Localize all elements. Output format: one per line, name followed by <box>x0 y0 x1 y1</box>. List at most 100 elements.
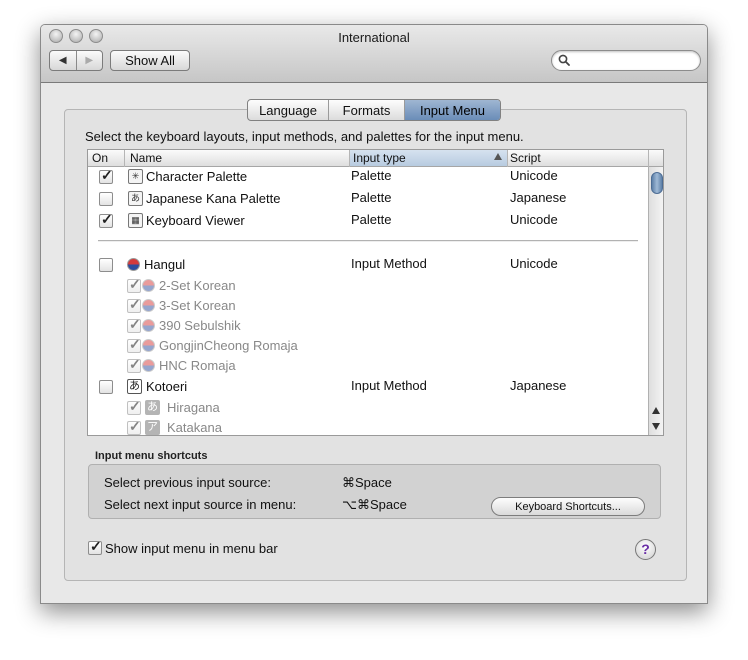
column-divider <box>124 150 125 167</box>
show-input-menu-checkbox[interactable]: ✓ <box>88 538 102 555</box>
table-row[interactable]: ✓ ✳ Character Palette Palette Unicode <box>88 167 648 187</box>
checkmark-icon: ✓ <box>129 356 141 372</box>
keyboard-shortcuts-button[interactable]: Keyboard Shortcuts... <box>491 497 645 516</box>
hiragana-icon: あ <box>145 400 160 415</box>
input-script: Unicode <box>510 168 558 183</box>
checkmark-icon: ✓ <box>129 418 141 434</box>
table-row[interactable]: Hangul Input Method Unicode <box>88 255 648 275</box>
checkmark-icon: ✓ <box>129 276 141 292</box>
checkmark-icon: ✓ <box>129 398 141 414</box>
enable-checkbox[interactable]: ✓ <box>99 167 113 184</box>
kotoeri-icon: あ <box>127 379 142 394</box>
enable-checkbox[interactable]: ✓ <box>127 398 141 415</box>
input-source-name: Hangul <box>144 257 186 272</box>
enable-checkbox[interactable]: ✓ <box>99 211 113 228</box>
input-type: Input Method <box>351 256 427 271</box>
korean-flag-icon <box>142 279 155 292</box>
table-header: On Name Input type Script <box>88 150 663 167</box>
tab-input-menu[interactable]: Input Menu <box>405 100 500 120</box>
input-source-name: GongjinCheong Romaja <box>159 338 298 353</box>
checkmark-icon: ✓ <box>90 538 102 554</box>
input-script: Japanese <box>510 190 567 205</box>
shortcuts-section-label: Input menu shortcuts <box>95 450 208 462</box>
back-forward-control: ◀ ▶ <box>49 50 103 71</box>
korean-flag-icon <box>127 258 140 271</box>
window-title: International <box>338 30 410 45</box>
column-header-on[interactable]: On <box>92 151 108 165</box>
column-header-script[interactable]: Script <box>510 151 541 165</box>
table-row[interactable]: ✓ ア Katakana <box>88 418 648 435</box>
enable-checkbox[interactable] <box>99 258 113 272</box>
table-row[interactable]: ✓ HNC Romaja <box>88 356 648 376</box>
tab-formats[interactable]: Formats <box>329 100 405 120</box>
show-all-button[interactable]: Show All <box>110 50 190 71</box>
input-source-name: 390 Sebulshik <box>159 318 241 333</box>
input-sources-table: On Name Input type Script ✓ ✳ Character … <box>87 149 664 436</box>
title-bar: International ◀ ▶ Show All <box>41 25 707 83</box>
next-source-shortcut: ⌥⌘Space <box>342 497 407 512</box>
previous-source-label: Select previous input source: <box>104 475 271 490</box>
input-script: Unicode <box>510 256 558 271</box>
checkmark-icon: ✓ <box>129 336 141 352</box>
input-type: Palette <box>351 168 392 183</box>
column-divider <box>507 150 508 167</box>
column-header-input-type[interactable]: Input type <box>353 151 406 165</box>
sort-ascending-icon <box>494 153 502 160</box>
input-source-name: 2-Set Korean <box>159 278 236 293</box>
forward-arrow-icon[interactable]: ▶ <box>77 51 103 70</box>
korean-flag-icon <box>142 319 155 332</box>
enable-checkbox[interactable]: ✓ <box>127 418 141 435</box>
input-source-name: Keyboard Viewer <box>146 213 245 228</box>
tab-bar: Language Formats Input Menu <box>247 99 501 121</box>
checkmark-icon: ✓ <box>101 167 113 183</box>
enable-checkbox[interactable] <box>99 380 113 394</box>
input-source-name: Kotoeri <box>146 379 188 394</box>
korean-flag-icon <box>142 339 155 352</box>
checkmark-icon: ✓ <box>101 211 113 227</box>
preferences-window: International ◀ ▶ Show All Language Form… <box>40 24 708 604</box>
enable-checkbox[interactable]: ✓ <box>127 316 141 333</box>
input-source-name: Hiragana <box>167 400 220 415</box>
checkmark-icon: ✓ <box>129 296 141 312</box>
enable-checkbox[interactable]: ✓ <box>127 356 141 373</box>
kana-palette-icon: あ <box>128 191 143 206</box>
korean-flag-icon <box>142 359 155 372</box>
enable-checkbox[interactable]: ✓ <box>127 336 141 353</box>
search-icon <box>558 54 570 66</box>
enable-checkbox[interactable]: ✓ <box>127 276 141 293</box>
table-row[interactable]: ✓ あ Hiragana <box>88 398 648 418</box>
input-source-name: 3-Set Korean <box>159 298 236 313</box>
enable-checkbox[interactable] <box>99 192 113 206</box>
table-row[interactable]: ✓ ▦ Keyboard Viewer Palette Unicode <box>88 211 648 231</box>
list-divider <box>98 240 638 242</box>
character-palette-icon: ✳ <box>128 169 143 184</box>
scroll-down-arrow-icon[interactable] <box>652 423 660 430</box>
column-divider <box>648 150 649 167</box>
table-row[interactable]: ✓ 3-Set Korean <box>88 296 648 316</box>
checkmark-icon: ✓ <box>129 316 141 332</box>
show-input-menu-label[interactable]: Show input menu in menu bar <box>105 541 278 556</box>
scroll-thumb[interactable] <box>651 172 663 194</box>
input-source-name: HNC Romaja <box>159 358 236 373</box>
table-row[interactable]: ✓ 2-Set Korean <box>88 276 648 296</box>
input-source-name: Japanese Kana Palette <box>146 191 281 206</box>
back-arrow-icon[interactable]: ◀ <box>50 51 77 70</box>
column-header-name[interactable]: Name <box>130 151 162 165</box>
tab-language[interactable]: Language <box>248 100 329 120</box>
keyboard-viewer-icon: ▦ <box>128 213 143 228</box>
table-row[interactable]: あ Japanese Kana Palette Palette Japanese <box>88 189 648 209</box>
table-row[interactable]: あ Kotoeri Input Method Japanese <box>88 377 648 397</box>
table-row[interactable]: ✓ GongjinCheong Romaja <box>88 336 648 356</box>
help-button[interactable]: ? <box>635 539 656 560</box>
table-row[interactable]: ✓ 390 Sebulshik <box>88 316 648 336</box>
table-body: ✓ ✳ Character Palette Palette Unicode あ … <box>88 167 648 435</box>
column-divider <box>349 150 350 167</box>
korean-flag-icon <box>142 299 155 312</box>
input-menu-description: Select the keyboard layouts, input metho… <box>85 129 524 144</box>
search-input[interactable] <box>551 50 701 71</box>
vertical-scrollbar[interactable] <box>648 167 663 435</box>
previous-source-shortcut: ⌘Space <box>342 475 392 490</box>
enable-checkbox[interactable]: ✓ <box>127 296 141 313</box>
scroll-up-arrow-icon[interactable] <box>652 407 660 414</box>
input-script: Japanese <box>510 378 567 393</box>
